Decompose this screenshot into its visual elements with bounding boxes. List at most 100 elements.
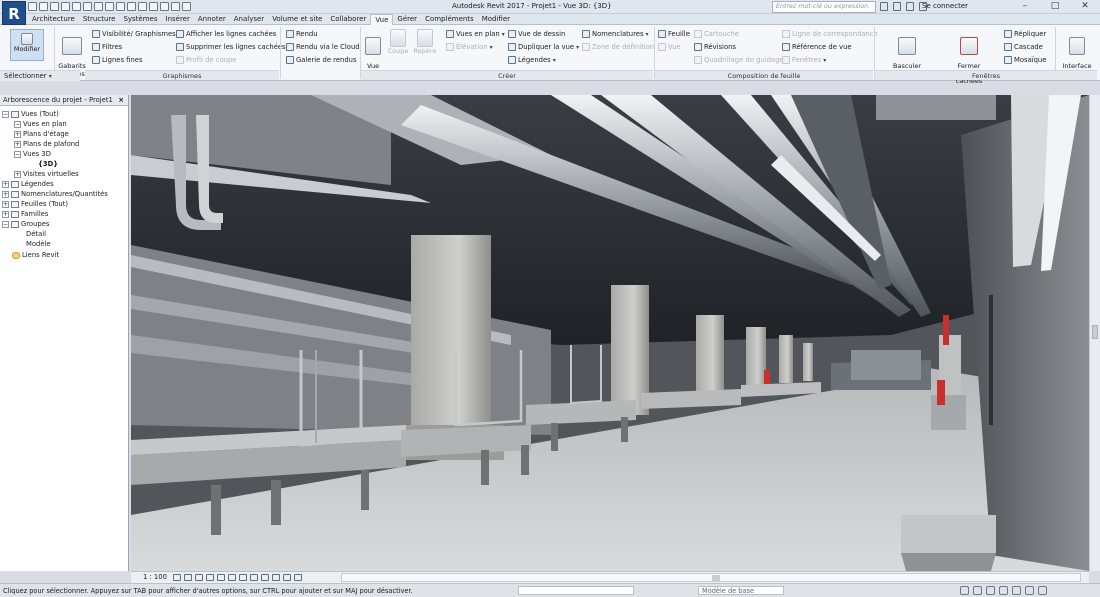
filters-button[interactable]: Filtres <box>92 42 122 52</box>
3d-view-icon[interactable] <box>138 2 147 11</box>
close-hidden-windows-button[interactable]: Fermer les fenêtres cachées <box>938 27 1000 93</box>
view-scale[interactable]: 1 : 100 <box>143 573 167 581</box>
reveal-hidden-icon[interactable] <box>272 574 280 581</box>
select-underlay-icon[interactable] <box>973 586 982 595</box>
tag-icon[interactable] <box>116 2 125 11</box>
remove-hidden-lines-button[interactable]: Supprimer les lignes cachées <box>176 42 286 52</box>
show-hidden-lines-button[interactable]: Afficher les lignes cachées <box>176 29 276 39</box>
elevation-dropdown[interactable]: Élévation ▾ <box>446 42 493 52</box>
scroll-thumb[interactable] <box>712 575 720 581</box>
collapse-icon[interactable]: − <box>14 150 21 158</box>
tree-groups[interactable]: − Groupes <box>2 219 49 229</box>
select-pinned-icon[interactable] <box>986 586 995 595</box>
viewport-vertical-scrollbar[interactable] <box>1089 95 1100 571</box>
expand-icon[interactable]: + <box>14 130 21 138</box>
workset-dropdown[interactable] <box>518 586 634 595</box>
select-dropdown[interactable]: Sélectionner ▾ <box>0 70 80 81</box>
viewports-dropdown[interactable]: Fenêtres ▾ <box>782 55 826 65</box>
guide-grid-button[interactable]: Quadrillage de guidage <box>694 55 784 65</box>
cascade-button[interactable]: Cascade <box>1004 42 1043 52</box>
lock-view-icon[interactable] <box>250 574 258 581</box>
visibility-graphics-button[interactable]: Visibilité/ Graphismes <box>92 29 176 39</box>
collapse-icon[interactable]: − <box>2 110 9 118</box>
collapse-icon[interactable]: − <box>2 220 9 228</box>
cut-profile-button[interactable]: Profil de coupe <box>176 55 236 65</box>
minimize-button[interactable]: – <box>1010 0 1040 13</box>
crop-view-icon[interactable] <box>228 574 236 581</box>
tree-walkthroughs[interactable]: + Visites virtuelles <box>14 169 79 179</box>
plan-views-dropdown[interactable]: Vues en plan ▾ <box>446 29 505 39</box>
expand-icon[interactable]: + <box>2 200 9 208</box>
tab-annoter[interactable]: Annoter <box>194 14 230 25</box>
viewport-horizontal-scrollbar[interactable] <box>341 573 1081 582</box>
scope-box-button[interactable]: Zone de définition <box>582 42 654 52</box>
sync-icon[interactable] <box>50 2 59 11</box>
temporary-hide-icon[interactable] <box>261 574 269 581</box>
section-icon[interactable] <box>149 2 158 11</box>
titleblock-button[interactable]: Cartouche <box>694 29 739 39</box>
tree-plan-views[interactable]: − Vues en plan <box>14 119 67 129</box>
close-icon[interactable]: × <box>118 95 124 106</box>
switch-windows-icon[interactable] <box>182 2 191 11</box>
tile-button[interactable]: Mosaïque <box>1004 55 1046 65</box>
sun-path-icon[interactable] <box>195 574 203 581</box>
tab-structure[interactable]: Structure <box>79 14 120 25</box>
tree-floor-plans[interactable]: + Plans d'étage <box>14 129 69 139</box>
detail-level-icon[interactable] <box>173 574 181 581</box>
maximize-button[interactable]: □ <box>1040 0 1070 13</box>
expand-icon[interactable]: + <box>14 140 21 148</box>
tab-g-rer[interactable]: Gérer <box>393 14 421 25</box>
sign-in-button[interactable]: Se connecter <box>922 2 968 10</box>
legends-dropdown[interactable]: Légendes ▾ <box>508 55 556 65</box>
tree-families[interactable]: + Familles <box>2 209 48 219</box>
close-hidden-icon[interactable] <box>171 2 180 11</box>
show-crop-icon[interactable] <box>239 574 247 581</box>
drag-elements-icon[interactable] <box>1012 586 1021 595</box>
thin-lines-button[interactable]: Lignes fines <box>92 55 143 65</box>
expand-icon[interactable]: + <box>14 170 21 178</box>
drafting-view-button[interactable]: Vue de dessin <box>508 29 565 39</box>
select-links-icon[interactable] <box>960 586 969 595</box>
tree-sheets[interactable]: + Feuilles (Tout) <box>2 199 68 209</box>
expand-icon[interactable]: + <box>2 180 9 188</box>
scroll-thumb[interactable] <box>1092 325 1098 339</box>
visual-style-icon[interactable] <box>184 574 192 581</box>
highlight-displacement-icon[interactable] <box>294 574 302 581</box>
tab-compl-ments[interactable]: Compléments <box>421 14 478 25</box>
render-button[interactable]: Rendu <box>286 29 318 39</box>
revisions-button[interactable]: Révisions <box>694 42 736 52</box>
tree-views-all[interactable]: − Vues (Tout) <box>2 109 59 119</box>
background-process-icon[interactable] <box>1025 586 1034 595</box>
view-button[interactable]: Vue <box>658 42 681 52</box>
search-input[interactable]: Entrez mot-clé ou expression <box>772 1 876 13</box>
shadows-icon[interactable] <box>206 574 214 581</box>
tab-ins-rer[interactable]: Insérer <box>162 14 194 25</box>
matchline-button[interactable]: Ligne de correspondance <box>782 29 878 39</box>
expand-icon[interactable]: + <box>2 210 9 218</box>
tree-legends[interactable]: + Légendes <box>2 179 54 189</box>
tree-model-groups[interactable]: Modèle <box>26 239 51 249</box>
cloud-render-button[interactable]: Rendu via le Cloud <box>286 42 360 52</box>
render-gallery-button[interactable]: Galerie de rendus <box>286 55 356 65</box>
design-option-dropdown[interactable]: Modèle de base <box>698 586 784 595</box>
section-button[interactable]: Coupe <box>386 27 410 56</box>
text-icon[interactable] <box>127 2 136 11</box>
tab-analyser[interactable]: Analyser <box>230 14 268 25</box>
open-icon[interactable] <box>28 2 37 11</box>
print-icon[interactable] <box>83 2 92 11</box>
3d-viewport[interactable] <box>131 95 1089 571</box>
analytical-model-icon[interactable] <box>283 574 291 581</box>
render-dialog-icon[interactable] <box>217 574 225 581</box>
tab-collaborer[interactable]: Collaborer <box>326 14 370 25</box>
tab-syst-mes[interactable]: Systèmes <box>119 14 161 25</box>
tree-3d-default[interactable]: {3D} <box>38 159 58 169</box>
measure-icon[interactable] <box>94 2 103 11</box>
modify-button[interactable]: Modifier <box>10 29 44 61</box>
revit-logo[interactable]: R <box>2 1 26 25</box>
sheet-button[interactable]: Feuille <box>658 29 690 39</box>
filter-icon[interactable] <box>1038 586 1047 595</box>
tab-vue[interactable]: Vue <box>370 14 394 25</box>
redo-icon[interactable] <box>72 2 81 11</box>
binoculars-icon[interactable] <box>880 2 888 11</box>
close-button[interactable]: ✕ <box>1070 0 1100 13</box>
